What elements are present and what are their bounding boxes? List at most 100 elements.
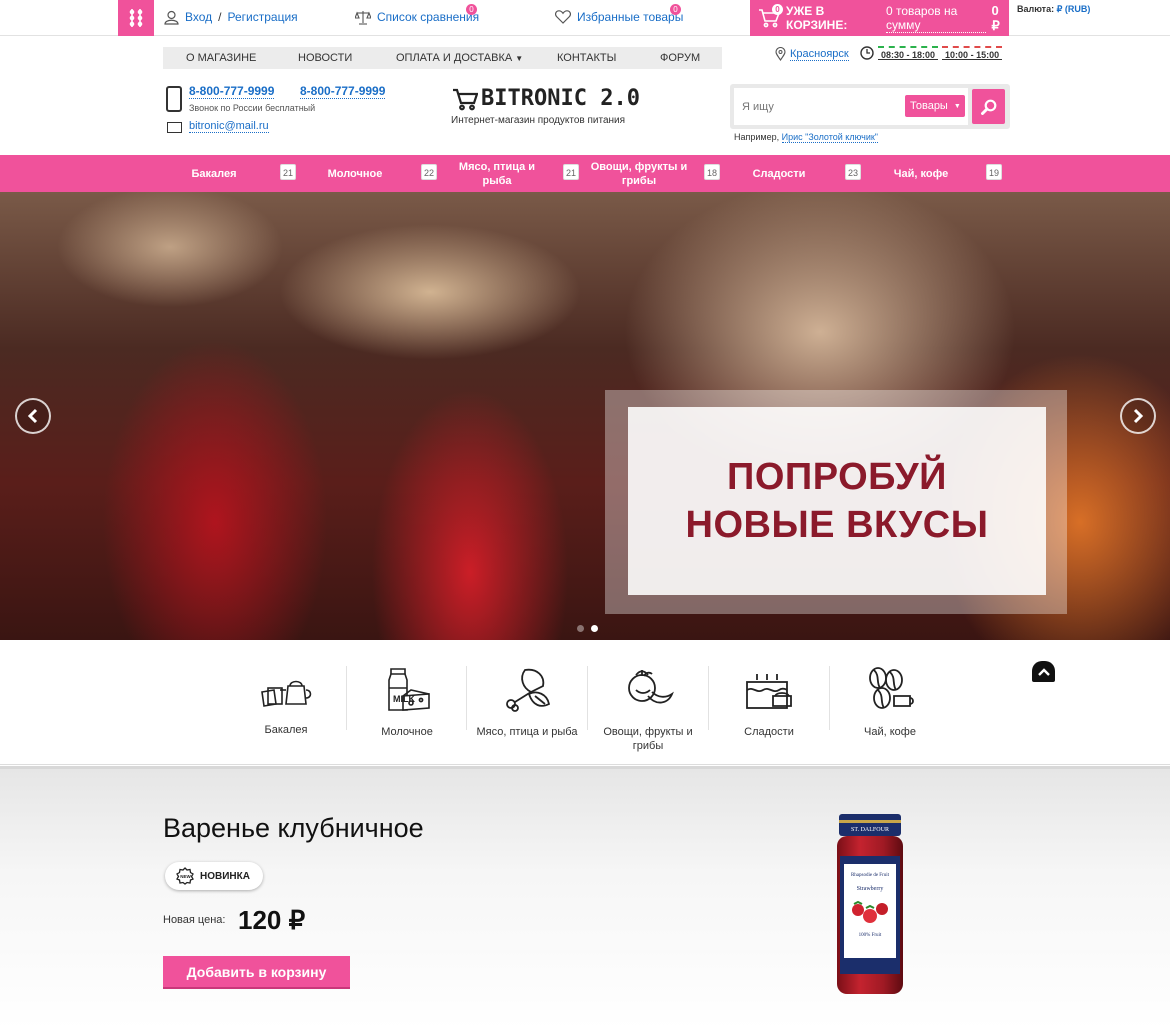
icon-category-meat[interactable]: Мясо, птица и рыба (467, 666, 587, 746)
category-count: 23 (845, 164, 861, 180)
clock-icon (860, 46, 874, 60)
favorites-link-wrap[interactable]: Избранные товары (555, 9, 683, 25)
icon-category-vegetables[interactable]: Овощи, фрукты и грибы (588, 666, 708, 752)
product-price: 120 ₽ (238, 905, 306, 935)
new-badge: NEW НОВИНКА (165, 862, 263, 890)
product-title[interactable]: Варенье клубничное (163, 813, 424, 844)
category-count: 21 (280, 164, 296, 180)
register-link[interactable]: Регистрация (228, 10, 298, 24)
jar-label-1: Rhapsodie de Fruit (851, 873, 890, 878)
nav-item-contacts[interactable]: КОНТАКТЫ (557, 52, 616, 64)
new-icon: NEW (176, 867, 194, 885)
category-dairy[interactable]: Молочное (304, 155, 406, 192)
compare-count-badge: 0 (466, 4, 477, 15)
meat-icon (506, 668, 551, 712)
currency-selector[interactable]: Валюта: ₽ (RUB) (1017, 4, 1090, 15)
category-icons: Бакалея MILK Молочное Мясо, птица и рыба… (0, 640, 1170, 765)
logo[interactable]: BITRONIC 2.0 (452, 86, 640, 111)
category-bar: Бакалея 21 Молочное 22 Мясо, птица и рыб… (0, 155, 1170, 192)
mail-icon (167, 122, 182, 133)
logo-subtitle: Интернет-магазин продуктов питания (451, 115, 626, 126)
compare-link-wrap[interactable]: Список сравнения (355, 9, 479, 25)
city-name[interactable]: Красноярск (790, 48, 849, 61)
hours-weekend: 10:00 - 15:00 (942, 46, 1003, 60)
search-box: Товары ▼ (730, 84, 1010, 129)
icon-category-label: Овощи, фрукты и грибы (603, 726, 693, 752)
auth-separator: / (218, 10, 222, 24)
nav-item-forum[interactable]: ФОРУМ (660, 52, 700, 64)
cart-sum: 0 ₽ (991, 2, 1000, 33)
favorites-link[interactable]: Избранные товары (577, 10, 683, 24)
category-count: 18 (704, 164, 720, 180)
coffee-icon (869, 667, 914, 709)
icon-category-label: Бакалея (264, 724, 308, 736)
search-icon (980, 99, 996, 115)
icon-category-dairy[interactable]: MILK Молочное (347, 666, 467, 746)
slider-prev-button[interactable] (15, 398, 51, 434)
svg-text:MILK: MILK (393, 694, 415, 704)
new-badge-label: НОВИНКА (200, 870, 250, 882)
icon-category-label: Молочное (381, 726, 433, 738)
category-vegetables[interactable]: Овощи, фрукты и грибы (588, 155, 690, 192)
main-nav: О МАГАЗИНЕ НОВОСТИ ОПЛАТА И ДОСТАВКА ▼ К… (163, 47, 722, 69)
working-hours: 08:30 - 18:00 10:00 - 15:00 (860, 46, 1003, 60)
search-hint: Например, Ирис "Золотой ключик" (734, 132, 878, 143)
hours-weekday: 08:30 - 18:00 (878, 46, 939, 60)
slider-dot[interactable] (577, 625, 584, 632)
jar-label-2: Strawberry (857, 886, 884, 892)
chevron-right-icon (1133, 408, 1144, 424)
slider-next-button[interactable] (1120, 398, 1156, 434)
cart-link[interactable]: 0 товаров на сумму (885, 4, 986, 33)
cart-icon: 0 (758, 4, 783, 28)
category-grocery[interactable]: Бакалея (163, 155, 265, 192)
currency-label: Валюта: (1017, 4, 1055, 14)
scales-icon (355, 9, 371, 25)
currency-value[interactable]: ₽ (RUB) (1057, 4, 1091, 14)
add-to-cart-button[interactable]: Добавить в корзину (163, 956, 350, 989)
category-tea-coffee[interactable]: Чай, кофе (870, 155, 972, 192)
search-category-select[interactable]: Товары ▼ (905, 95, 965, 117)
nav-item-news[interactable]: НОВОСТИ (298, 52, 352, 64)
cart-count-badge: 0 (772, 4, 783, 15)
nav-item-about[interactable]: О МАГАЗИНЕ (186, 52, 256, 64)
scroll-top-button[interactable] (1032, 661, 1055, 682)
location-pin-icon (775, 47, 786, 61)
menu-icon (129, 9, 143, 27)
slide-title-line1: ПОПРОБУЙ (727, 456, 947, 498)
phone-1[interactable]: 8-800-777-9999 (189, 84, 275, 99)
login-link[interactable]: Вход (185, 10, 212, 24)
search-button[interactable] (972, 89, 1005, 124)
compare-link[interactable]: Список сравнения (377, 10, 479, 24)
cart-summary[interactable]: 0 УЖЕ В КОРЗИНЕ: 0 товаров на сумму 0 ₽ (750, 0, 1009, 36)
slider-dot-active[interactable] (591, 625, 598, 632)
vegetables-icon (628, 670, 674, 704)
icon-category-tea-coffee[interactable]: Чай, кофе (830, 666, 950, 746)
auth-links: Вход / Регистрация (163, 9, 298, 25)
category-sweets[interactable]: Сладости (728, 155, 830, 192)
menu-button[interactable] (118, 0, 154, 36)
hero-slider: ПОПРОБУЙ НОВЫЕ ВКУСЫ (0, 192, 1170, 640)
phone-note: Звонок по России бесплатный (189, 103, 316, 113)
nav-item-payment[interactable]: ОПЛАТА И ДОСТАВКА ▼ (396, 52, 523, 64)
svg-text:NEW: NEW (180, 874, 191, 879)
cake-icon (746, 674, 792, 709)
search-category-label: Товары (910, 100, 948, 112)
logo-text: BITRONIC 2.0 (481, 86, 640, 111)
category-meat[interactable]: Мясо, птица и рыба (446, 155, 548, 192)
icon-category-sweets[interactable]: Сладости (709, 666, 829, 746)
phone-2[interactable]: 8-800-777-9999 (300, 84, 386, 99)
caret-down-icon: ▼ (953, 102, 961, 110)
price-label: Новая цена: (163, 914, 226, 926)
category-count: 21 (563, 164, 579, 180)
icon-category-grocery[interactable]: Бакалея (226, 666, 346, 746)
product-image[interactable]: ST. DALFOUR Rhapsodie de Fruit Strawberr… (836, 814, 904, 998)
city-selector[interactable]: Красноярск (775, 47, 849, 61)
slide-panel[interactable]: ПОПРОБУЙ НОВЫЕ ВКУСЫ (628, 407, 1046, 595)
dairy-icon: MILK (388, 668, 430, 711)
search-hint-link[interactable]: Ирис "Золотой ключик" (781, 132, 878, 143)
heart-icon (555, 9, 571, 25)
email-link[interactable]: bitronic@mail.ru (189, 120, 269, 133)
favorites-count-badge: 0 (670, 4, 681, 15)
grocery-icon (261, 680, 312, 707)
featured-product: Варенье клубничное NEW НОВИНКА Новая цен… (0, 766, 1170, 1030)
